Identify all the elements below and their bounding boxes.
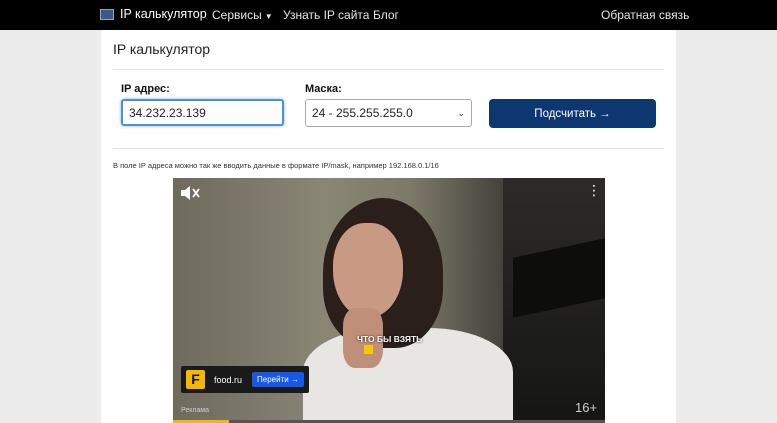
find-site-ip-link[interactable]: Узнать IP сайта <box>283 8 369 22</box>
caption-marker <box>364 345 373 354</box>
chevron-down-icon: ⌄ <box>457 107 465 118</box>
advertiser-name: food.ru <box>214 374 243 385</box>
mask-selected-value: 24 - 255.255.255.0 <box>312 106 413 120</box>
ad-advertiser-bar[interactable]: F food.ru Перейти → <box>181 366 309 393</box>
blog-link[interactable]: Блог <box>373 8 399 22</box>
mask-select[interactable]: 24 - 255.255.255.0 ⌄ <box>305 99 472 127</box>
brand-label: IP калькулятор <box>120 7 207 21</box>
chevron-down-icon: ▼ <box>264 12 273 21</box>
page-title: IP калькулятор <box>113 41 211 57</box>
services-menu[interactable]: Сервисы ▼ <box>212 8 273 22</box>
age-rating-badge: 16+ <box>575 400 598 415</box>
calculator-card: IP калькулятор IP адрес: Маска: 24 - 255… <box>101 30 676 423</box>
calculate-button[interactable]: Подсчитать → <box>489 99 656 128</box>
ad-go-button[interactable]: Перейти → <box>252 372 304 387</box>
mask-label: Маска: <box>305 83 342 95</box>
ad-label: Реклама <box>181 407 210 414</box>
video-caption: ЧТО БЫ ВЗЯТЬ <box>357 334 423 344</box>
calculator-logo-icon <box>100 8 114 20</box>
food-ru-logo-icon: F <box>186 370 205 389</box>
input-hint: В поле IP адреса можно так же вводить да… <box>113 161 439 170</box>
muted-speaker-icon[interactable] <box>179 184 201 202</box>
more-options-icon[interactable]: ⋮ <box>587 183 601 197</box>
video-ad[interactable]: ⋮ ЧТО БЫ ВЗЯТЬ F food.ru Перейти → Рекла… <box>173 178 605 423</box>
top-navbar: IP калькулятор Сервисы ▼ Узнать IP сайта … <box>0 0 777 30</box>
ip-address-input[interactable] <box>121 99 284 126</box>
divider <box>113 148 664 149</box>
divider <box>113 69 664 70</box>
feedback-link[interactable]: Обратная связь <box>601 8 689 22</box>
services-label: Сервисы <box>212 8 262 22</box>
ip-address-label: IP адрес: <box>121 83 170 95</box>
video-person-face <box>333 223 403 318</box>
brand-link[interactable]: IP калькулятор <box>100 7 207 21</box>
